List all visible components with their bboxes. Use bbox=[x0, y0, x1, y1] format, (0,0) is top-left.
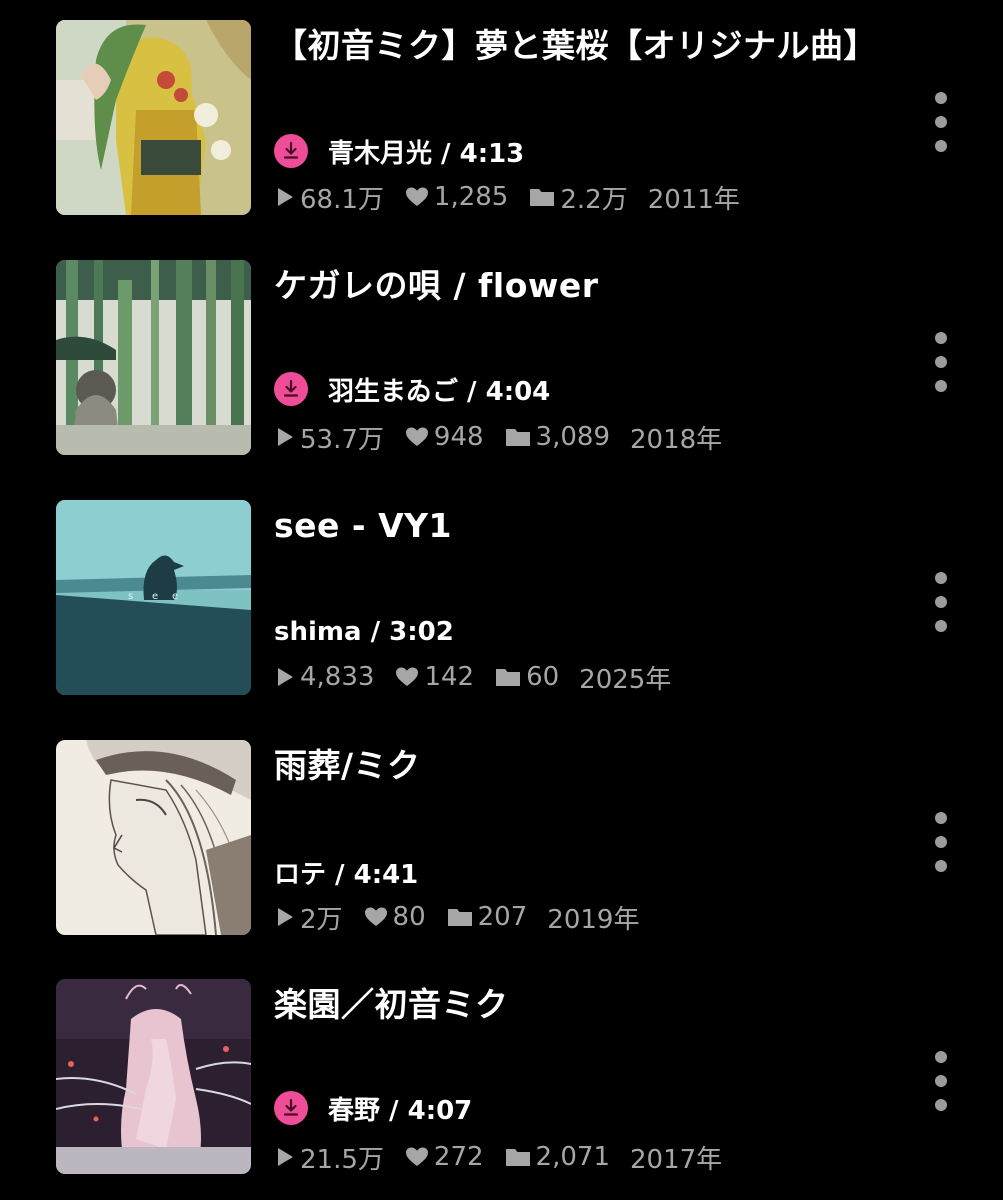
track-meta: shima / 3:02 bbox=[274, 614, 454, 650]
folder-icon bbox=[528, 185, 556, 209]
svg-text:e: e bbox=[172, 591, 178, 602]
track-meta: 羽生まゐご / 4:04 bbox=[274, 371, 550, 407]
play-count-value: 4,833 bbox=[300, 662, 375, 692]
play-icon bbox=[274, 425, 296, 449]
upload-year: 2025年 bbox=[579, 664, 672, 695]
mylist-count: 207 bbox=[446, 902, 528, 932]
heart-icon bbox=[363, 905, 389, 929]
download-icon bbox=[274, 1091, 308, 1125]
like-count: 272 bbox=[404, 1142, 484, 1172]
like-count-value: 142 bbox=[424, 662, 475, 692]
track-stats: 68.1万 1,285 2.2万 2011年 bbox=[274, 179, 760, 215]
mylist-count-value: 207 bbox=[477, 902, 528, 932]
svg-text:s: s bbox=[128, 591, 133, 602]
mylist-count: 3,089 bbox=[504, 422, 610, 452]
heart-icon bbox=[404, 425, 430, 449]
like-count-value: 948 bbox=[433, 422, 484, 452]
track-item[interactable]: 楽園／初音ミク 春野 / 4:07 21.5万 272 2,071 2017年 bbox=[0, 979, 1003, 1179]
play-count-value: 2万 bbox=[300, 904, 343, 935]
like-count: 80 bbox=[363, 902, 426, 932]
play-count: 21.5万 bbox=[274, 1139, 384, 1176]
like-count-value: 1,285 bbox=[433, 182, 509, 212]
artist-duration: ロテ / 4:41 bbox=[274, 859, 419, 890]
like-count: 1,285 bbox=[404, 182, 508, 212]
more-vertical-icon[interactable] bbox=[926, 572, 956, 632]
download-icon bbox=[274, 134, 308, 168]
more-vertical-icon[interactable] bbox=[926, 1051, 956, 1111]
folder-icon bbox=[446, 905, 474, 929]
more-vertical-icon[interactable] bbox=[926, 812, 956, 872]
track-title[interactable]: see - VY1 bbox=[274, 502, 884, 550]
track-item[interactable]: s e e see - VY1 shima / 3:02 4,833 142 6… bbox=[0, 500, 1003, 700]
artist-duration: shima / 3:02 bbox=[274, 617, 454, 647]
play-count: 2万 bbox=[274, 899, 343, 936]
heart-icon bbox=[404, 185, 430, 209]
play-count-value: 21.5万 bbox=[300, 1144, 384, 1175]
mylist-count-value: 3,089 bbox=[535, 422, 610, 452]
mylist-count-value: 2.2万 bbox=[560, 184, 628, 215]
mylist-count: 2.2万 bbox=[528, 179, 628, 216]
track-title[interactable]: 楽園／初音ミク bbox=[274, 981, 884, 1029]
play-count-value: 53.7万 bbox=[300, 424, 384, 455]
track-thumbnail[interactable] bbox=[56, 979, 251, 1174]
track-item[interactable]: 雨葬/ミク ロテ / 4:41 2万 80 207 2019年 bbox=[0, 740, 1003, 940]
mylist-count: 2,071 bbox=[504, 1142, 610, 1172]
track-thumbnail[interactable] bbox=[56, 740, 251, 935]
play-icon bbox=[274, 905, 296, 929]
play-count: 4,833 bbox=[274, 662, 374, 692]
artist-duration: 春野 / 4:07 bbox=[328, 1095, 473, 1126]
upload-year: 2019年 bbox=[547, 904, 640, 935]
play-icon bbox=[274, 185, 296, 209]
track-thumbnail[interactable] bbox=[56, 260, 251, 455]
folder-icon bbox=[504, 425, 532, 449]
track-meta: 青木月光 / 4:13 bbox=[274, 133, 524, 169]
svg-text:e: e bbox=[152, 591, 158, 602]
upload-year: 2011年 bbox=[647, 184, 740, 215]
play-count: 53.7万 bbox=[274, 419, 384, 456]
track-item[interactable]: 【初音ミク】夢と葉桜【オリジナル曲】 青木月光 / 4:13 68.1万 1,2… bbox=[0, 20, 1003, 220]
track-title[interactable]: 【初音ミク】夢と葉桜【オリジナル曲】 bbox=[274, 22, 884, 70]
like-count: 948 bbox=[404, 422, 484, 452]
track-title[interactable]: ケガレの唄 / flower bbox=[274, 262, 884, 310]
download-icon bbox=[274, 372, 308, 406]
track-meta: 春野 / 4:07 bbox=[274, 1090, 472, 1126]
upload-year: 2018年 bbox=[629, 424, 723, 455]
play-icon bbox=[274, 1145, 296, 1169]
mylist-count: 60 bbox=[494, 662, 559, 692]
upload-year: 2017年 bbox=[629, 1144, 723, 1175]
track-list: 【初音ミク】夢と葉桜【オリジナル曲】 青木月光 / 4:13 68.1万 1,2… bbox=[0, 0, 1003, 1200]
more-vertical-icon[interactable] bbox=[926, 332, 956, 392]
artist-duration: 羽生まゐご / 4:04 bbox=[328, 376, 551, 407]
track-stats: 53.7万 948 3,089 2018年 bbox=[274, 419, 742, 455]
like-count: 142 bbox=[394, 662, 474, 692]
play-icon bbox=[274, 665, 296, 689]
track-item[interactable]: ケガレの唄 / flower 羽生まゐご / 4:04 53.7万 948 3,… bbox=[0, 260, 1003, 460]
heart-icon bbox=[394, 665, 420, 689]
track-thumbnail[interactable] bbox=[56, 20, 251, 215]
mylist-count-value: 2,071 bbox=[535, 1142, 610, 1172]
track-title[interactable]: 雨葬/ミク bbox=[274, 742, 884, 790]
play-count-value: 68.1万 bbox=[300, 184, 384, 215]
like-count-value: 272 bbox=[433, 1142, 484, 1172]
folder-icon bbox=[494, 665, 522, 689]
heart-icon bbox=[404, 1145, 430, 1169]
track-thumbnail[interactable]: s e e bbox=[56, 500, 251, 695]
like-count-value: 80 bbox=[392, 902, 426, 932]
artist-duration: 青木月光 / 4:13 bbox=[328, 138, 525, 169]
track-stats: 2万 80 207 2019年 bbox=[274, 899, 659, 935]
track-stats: 4,833 142 60 2025年 bbox=[274, 659, 691, 695]
folder-icon bbox=[504, 1145, 532, 1169]
more-vertical-icon[interactable] bbox=[926, 92, 956, 152]
track-meta: ロテ / 4:41 bbox=[274, 854, 418, 890]
mylist-count-value: 60 bbox=[526, 662, 560, 692]
track-stats: 21.5万 272 2,071 2017年 bbox=[274, 1139, 742, 1175]
play-count: 68.1万 bbox=[274, 179, 384, 216]
